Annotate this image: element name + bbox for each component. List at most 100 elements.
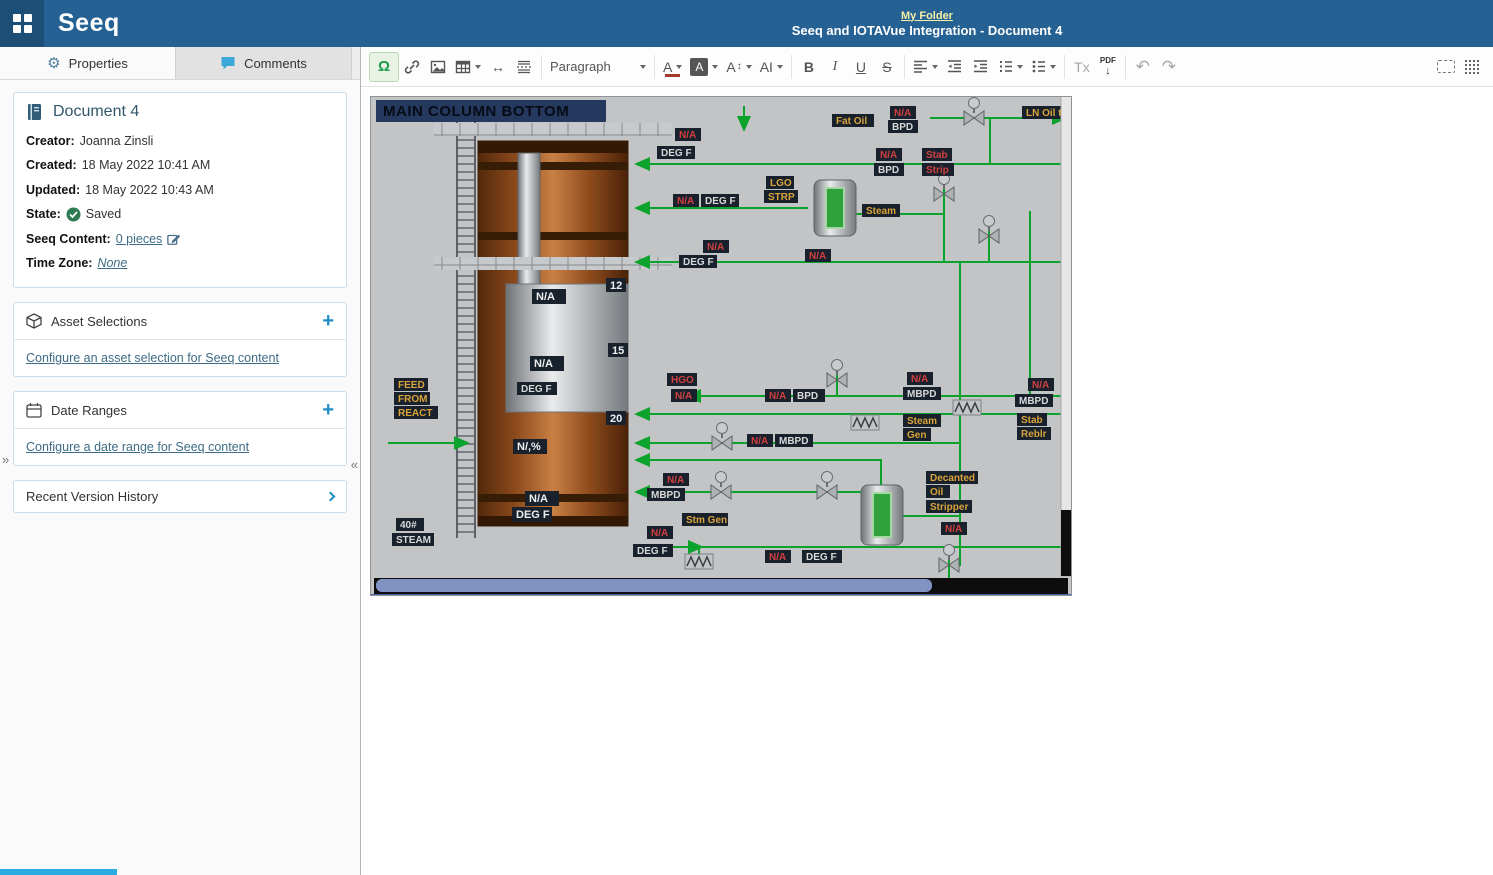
resize-grid-button[interactable] — [1459, 52, 1485, 82]
insert-link-button[interactable] — [399, 52, 425, 82]
edit-pencil-icon[interactable] — [167, 232, 181, 246]
decrease-indent-button[interactable] — [942, 52, 968, 82]
color-bar — [665, 74, 680, 77]
svg-text:40#: 40# — [400, 520, 417, 531]
page-break-button[interactable] — [511, 52, 537, 82]
svg-text:Reblr: Reblr — [1021, 429, 1047, 440]
toolbar-separator — [904, 55, 905, 79]
svg-text:N/A: N/A — [911, 374, 928, 385]
paragraph-format-value: Paragraph — [550, 59, 611, 74]
svg-text:HGO: HGO — [671, 375, 694, 386]
italic-button[interactable]: I — [822, 52, 848, 82]
font-options-button[interactable]: AI — [756, 52, 787, 82]
underline-button[interactable]: U — [848, 52, 874, 82]
seeq-content-tool-button[interactable]: Ω — [369, 52, 399, 82]
tab-label: Comments — [244, 56, 307, 71]
app-menu-button[interactable] — [0, 0, 44, 47]
hmi-label: Stm Gen — [682, 513, 728, 526]
hmi-label: N/A — [765, 389, 791, 402]
add-asset-selection-button[interactable]: + — [322, 311, 334, 331]
hmi-label: N/A — [525, 491, 559, 506]
distillation-column — [478, 141, 628, 526]
font-options-glyph: AI — [760, 59, 773, 75]
hmi-label: N/A — [647, 526, 673, 539]
redo-button[interactable]: ↷ — [1156, 52, 1182, 82]
download-arrow-icon: ↓ — [1105, 66, 1111, 77]
brand-logo[interactable]: Seeq — [58, 9, 120, 38]
hmi-label: DEG F — [657, 146, 695, 159]
svg-text:DEG F: DEG F — [683, 257, 714, 268]
hmi-label: Stab — [922, 148, 952, 161]
paragraph-format-select[interactable]: Paragraph — [546, 52, 650, 82]
text-color-glyph: A — [663, 59, 672, 75]
insert-table-button[interactable] — [451, 52, 485, 82]
svg-text:Oil: Oil — [930, 487, 944, 498]
collapse-sidebar-button[interactable]: « — [351, 457, 358, 472]
numbered-list-button[interactable] — [994, 52, 1027, 82]
increase-indent-button[interactable] — [968, 52, 994, 82]
tab-properties[interactable]: ⚙ Properties — [0, 47, 176, 79]
recent-version-history-button[interactable]: Recent Version History — [13, 480, 347, 513]
journal-icon — [26, 103, 44, 121]
svg-text:MAIN COLUMN BOTTOM: MAIN COLUMN BOTTOM — [383, 103, 569, 120]
text-color-button[interactable]: A — [659, 52, 686, 82]
hmi-label: N/A — [1028, 378, 1054, 391]
hmi-label: N/A — [907, 372, 933, 385]
asset-selections-panel: Asset Selections + Configure an asset se… — [13, 302, 347, 377]
hmi-label: N/A — [532, 289, 566, 304]
field-label: Creator: — [26, 129, 75, 153]
toolbar-separator — [1064, 55, 1065, 79]
highlight-color-button[interactable]: A — [686, 52, 722, 82]
bold-button[interactable]: B — [796, 52, 822, 82]
svg-text:N/A: N/A — [677, 196, 694, 207]
insert-image-button[interactable] — [425, 52, 451, 82]
export-pdf-button[interactable]: PDF ↓ — [1095, 52, 1121, 82]
svg-text:DEG F: DEG F — [521, 384, 552, 395]
hmi-label: STEAM — [392, 533, 434, 546]
hmi-label: DEG F — [701, 194, 739, 207]
font-size-button[interactable]: A ↕ — [722, 52, 755, 82]
process-diagram-image[interactable]: MAIN COLUMN BOTTOM — [370, 96, 1072, 596]
hmi-label: Stripper — [926, 500, 972, 513]
highlight-glyph: A — [690, 58, 708, 76]
configure-asset-selection-link[interactable]: Configure an asset selection for Seeq co… — [26, 351, 279, 365]
expand-left-panel-button[interactable]: » — [2, 452, 9, 467]
document-editor[interactable]: MAIN COLUMN BOTTOM — [361, 87, 1493, 875]
chevron-down-icon — [777, 65, 783, 69]
svg-text:Stab: Stab — [926, 150, 948, 161]
sidebar-tabs: ⚙ Properties Comments — [0, 47, 360, 80]
breadcrumb-my-folder[interactable]: My Folder — [901, 10, 953, 22]
bulleted-list-button[interactable] — [1027, 52, 1060, 82]
stripper-vessel — [814, 180, 856, 236]
sidebar: ⚙ Properties Comments Document 4 — [0, 47, 361, 875]
hmi-horizontal-scroll-thumb — [376, 579, 932, 592]
hmi-label: FEED — [394, 378, 428, 391]
clear-formatting-button[interactable]: Tx — [1069, 52, 1095, 82]
hmi-label: DEG F — [679, 255, 717, 268]
fixed-width-button[interactable] — [1433, 52, 1459, 82]
tab-comments[interactable]: Comments — [176, 47, 352, 79]
svg-text:N/A: N/A — [679, 130, 696, 141]
hmi-label: N/A — [890, 106, 916, 119]
add-date-range-button[interactable]: + — [322, 400, 334, 420]
hmi-label: MBPD — [903, 387, 941, 400]
seeq-content-link[interactable]: 0 pieces — [116, 227, 163, 251]
page-title: Seeq and IOTAVue Integration - Document … — [792, 23, 1063, 38]
svg-text:N/A: N/A — [809, 251, 826, 262]
align-button[interactable] — [909, 52, 942, 82]
hmi-label: Reblr — [1017, 427, 1051, 440]
svg-text:Stm Gen: Stm Gen — [686, 515, 727, 526]
configure-date-range-link[interactable]: Configure a date range for Seeq content — [26, 440, 249, 454]
svg-text:N/A: N/A — [894, 108, 911, 119]
horizontal-rule-button[interactable]: ↔ — [485, 52, 511, 82]
hmi-label: MBPD — [1015, 394, 1053, 407]
table-icon — [455, 59, 471, 75]
strikethrough-button[interactable]: S — [874, 52, 900, 82]
hmi-label: STRP — [764, 190, 798, 203]
hmi-label: N/,% — [513, 439, 547, 454]
undo-button[interactable]: ↶ — [1130, 52, 1156, 82]
timezone-link[interactable]: None — [97, 251, 127, 275]
comment-icon — [220, 55, 236, 71]
version-history-label: Recent Version History — [26, 489, 158, 504]
link-icon — [404, 59, 420, 75]
